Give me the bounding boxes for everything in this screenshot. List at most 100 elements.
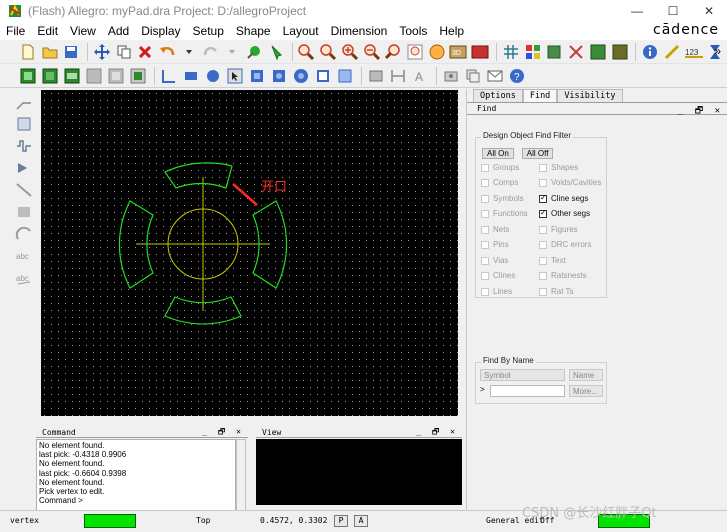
fix-icon[interactable] (244, 42, 264, 62)
shape-add-icon[interactable] (247, 66, 267, 86)
layer-copy-icon[interactable] (463, 66, 483, 86)
all-layers-icon[interactable] (84, 66, 104, 86)
layer-visibility-icon[interactable] (610, 42, 630, 62)
command-log[interactable]: No element found. last pick: -0.4318 0.9… (36, 439, 236, 511)
shape-circle-icon[interactable] (291, 66, 311, 86)
delay-tune-icon[interactable] (13, 136, 35, 156)
view-window-controls[interactable]: _ 🗗 ✕ (416, 426, 458, 440)
add-circle-icon[interactable] (203, 66, 223, 86)
zoom-points-icon[interactable] (297, 42, 317, 62)
filter-comps[interactable]: Comps (481, 178, 518, 187)
find-type-select[interactable]: Symbol (480, 369, 565, 381)
add-frect-icon[interactable] (13, 202, 35, 222)
measure-icon[interactable] (662, 42, 682, 62)
filter-vias[interactable]: Vias (481, 256, 508, 265)
etch-layer-icon[interactable] (18, 66, 38, 86)
add-rect-icon[interactable] (181, 66, 201, 86)
all-off-button[interactable]: All Off (521, 148, 554, 159)
shadow-mode-icon[interactable] (544, 42, 564, 62)
edit-text-abc-icon[interactable]: abc (13, 268, 35, 288)
flip-view-icon[interactable] (470, 42, 490, 62)
redo-dropdown-icon[interactable] (222, 42, 242, 62)
design-canvas[interactable]: 开口 (41, 90, 458, 416)
menu-tools[interactable]: Tools (393, 24, 433, 38)
find-name-input[interactable] (490, 385, 565, 397)
filter-ratsnests[interactable]: Ratsnests (539, 271, 587, 280)
move-icon[interactable] (92, 42, 112, 62)
unfix-icon[interactable] (266, 42, 286, 62)
filter-pins[interactable]: Pins (481, 240, 509, 249)
shape-void-icon[interactable] (313, 66, 333, 86)
help-icon[interactable]: ? (507, 66, 527, 86)
filter-nets[interactable]: Nets (481, 225, 509, 234)
add-connect-line-icon[interactable] (13, 180, 35, 200)
tab-find[interactable]: Find (522, 89, 558, 102)
filter-lines[interactable]: Lines (481, 287, 512, 296)
menu-shape[interactable]: Shape (230, 24, 277, 38)
find-pane-controls[interactable]: _ 🗗 ✕ (678, 103, 723, 119)
route-connect-icon[interactable] (13, 92, 35, 112)
package-geometry-icon[interactable] (62, 66, 82, 86)
add-text-abc-icon[interactable]: abc (13, 246, 35, 266)
snapshot-icon[interactable] (441, 66, 461, 86)
a-button[interactable]: A (354, 515, 368, 527)
new-file-icon[interactable] (18, 42, 38, 62)
all-on-button[interactable]: All On (482, 148, 514, 159)
world-view[interactable] (256, 439, 462, 505)
text-add-icon[interactable]: A (410, 66, 430, 86)
menu-setup[interactable]: Setup (187, 24, 230, 38)
zoom-previous-icon[interactable] (383, 42, 403, 62)
numbering-icon[interactable]: 123 (684, 42, 704, 62)
custom-smooth-icon[interactable] (13, 158, 35, 178)
filter-other-segs[interactable]: Other segs (539, 208, 590, 218)
select-arrow-icon[interactable] (225, 66, 245, 86)
filter-text[interactable]: Text (539, 256, 566, 265)
filter-figures[interactable]: Figures (539, 225, 578, 234)
zoom-in-icon[interactable] (340, 42, 360, 62)
command-prompt[interactable]: Command > (39, 496, 233, 505)
palette-layer-icon[interactable] (128, 66, 148, 86)
add-line-icon[interactable] (159, 66, 179, 86)
filter-rat-ts[interactable]: Rat Ts (539, 287, 574, 296)
toolbar-overflow-button[interactable]: » (714, 44, 721, 58)
board-geometry-icon[interactable] (40, 66, 60, 86)
color-dialog-icon[interactable] (523, 42, 543, 62)
filter-symbols[interactable]: Symbols (481, 194, 524, 203)
more-button[interactable]: More... (569, 385, 603, 397)
unrats-icon[interactable] (566, 42, 586, 62)
undo-icon[interactable] (157, 42, 177, 62)
slide-icon[interactable] (13, 114, 35, 134)
shape-rect-icon[interactable] (269, 66, 289, 86)
filter-drc-errors[interactable]: DRC errors (539, 240, 591, 249)
menu-dimension[interactable]: Dimension (325, 24, 394, 38)
save-icon[interactable] (61, 42, 81, 62)
menu-help[interactable]: Help (433, 24, 470, 38)
open-folder-icon[interactable] (40, 42, 60, 62)
redraw-icon[interactable] (427, 42, 447, 62)
shape-edit-icon[interactable] (335, 66, 355, 86)
filter-voids-cavities[interactable]: Voids/Cavities (539, 178, 601, 187)
menu-display[interactable]: Display (135, 24, 186, 38)
maximize-button[interactable]: ☐ (655, 0, 691, 22)
zoom-fit-icon[interactable] (318, 42, 338, 62)
zoom-selection-icon[interactable] (405, 42, 425, 62)
zoom-out-icon[interactable] (362, 42, 382, 62)
redo-icon[interactable] (201, 42, 221, 62)
3d-view-icon[interactable]: 3D (449, 42, 469, 62)
command-scrollbar[interactable] (236, 439, 246, 511)
menu-layout[interactable]: Layout (277, 24, 325, 38)
filter-cline-segs[interactable]: Cline segs (539, 193, 588, 203)
find-mode-select[interactable]: Name (569, 369, 603, 381)
copy-icon[interactable] (114, 42, 134, 62)
close-button[interactable]: ✕ (691, 0, 727, 22)
menu-add[interactable]: Add (102, 24, 135, 38)
all-visible-icon[interactable] (106, 66, 126, 86)
tab-visibility[interactable]: Visibility (557, 89, 623, 102)
menu-file[interactable]: File (0, 24, 31, 38)
minimize-button[interactable]: — (619, 0, 655, 22)
tab-options[interactable]: Options (473, 89, 523, 102)
active-layer-status[interactable]: Top (196, 516, 210, 525)
grid-icon[interactable] (501, 42, 521, 62)
mail-icon[interactable] (485, 66, 505, 86)
delete-icon[interactable] (136, 42, 156, 62)
